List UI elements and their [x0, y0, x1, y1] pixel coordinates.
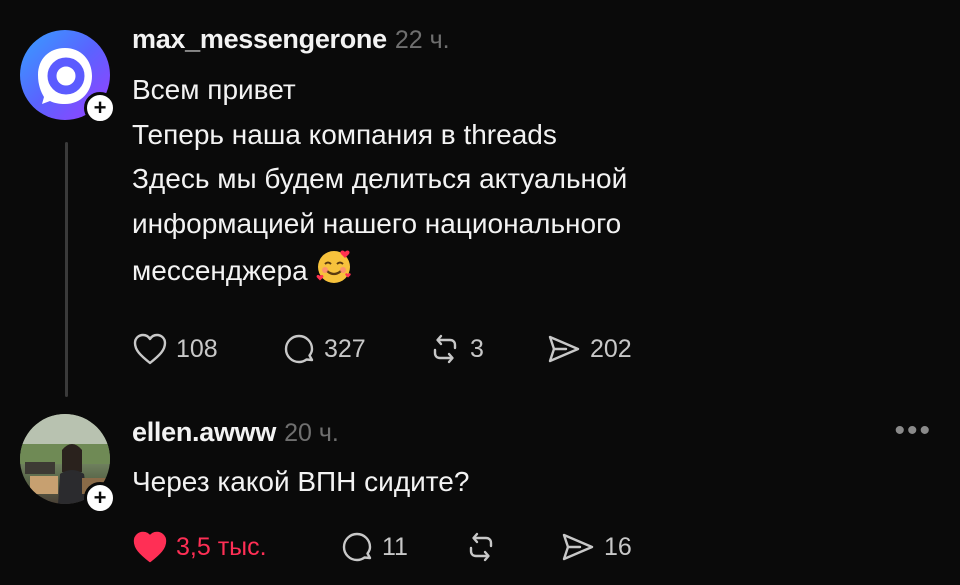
heart-icon: [133, 333, 167, 365]
author-avatar-wrap[interactable]: +: [20, 414, 116, 514]
post-line-last: мессенджера: [132, 246, 627, 300]
post-line: Теперь наша компания в threads: [132, 118, 557, 150]
post-line: информацией нашего национального: [132, 207, 622, 239]
smiling-face-with-hearts-icon: [314, 246, 354, 300]
username[interactable]: max_messengerone: [132, 24, 387, 54]
post-ellen-awww: + ellen.awww 20 ч. ••• Через какой ВПН си…: [0, 400, 960, 585]
post-text: Всем привет Теперь наша компания в threa…: [132, 68, 627, 300]
follow-plus-button[interactable]: +: [84, 482, 116, 514]
repost-button[interactable]: 3: [428, 332, 546, 366]
post-actions: 108 327 3 202: [132, 329, 632, 369]
author-avatar-wrap[interactable]: +: [20, 30, 116, 126]
post-header: ellen.awww 20 ч.: [132, 417, 339, 448]
thread-line: [65, 142, 68, 397]
post-time: 20 ч.: [284, 419, 339, 447]
repost-icon: [433, 334, 457, 364]
comment-icon: [284, 334, 314, 364]
share-button[interactable]: 202: [546, 332, 632, 366]
more-options-button[interactable]: •••: [894, 414, 932, 448]
post-time: 22 ч.: [394, 26, 450, 54]
post-max-messengerone: + max_messengerone 22 ч. Всем привет Тепе…: [0, 0, 960, 400]
share-count: 16: [604, 532, 632, 561]
post-header: max_messengerone 22 ч.: [132, 24, 450, 55]
heart-filled-icon: [133, 531, 167, 563]
reply-count: 327: [324, 334, 366, 363]
post-actions: 3,5 тыс. 11 16: [132, 527, 632, 567]
like-count: 108: [176, 334, 218, 363]
post-line: Здесь мы будем делиться актуальной: [132, 163, 628, 194]
share-button[interactable]: 16: [560, 530, 632, 564]
like-button[interactable]: 108: [132, 332, 282, 366]
share-count: 202: [590, 334, 632, 363]
repost-icon: [469, 532, 493, 562]
follow-plus-button[interactable]: +: [84, 92, 116, 124]
post-line: мессенджера: [132, 255, 308, 286]
like-button[interactable]: 3,5 тыс.: [132, 530, 340, 564]
reply-button[interactable]: 11: [340, 530, 464, 564]
send-icon: [562, 533, 594, 561]
post-line: Всем привет: [132, 74, 296, 105]
reply-button[interactable]: 327: [282, 332, 428, 366]
repost-count: 3: [470, 334, 484, 363]
comment-icon: [342, 532, 372, 562]
post-line: Через какой ВПН сидите?: [132, 466, 470, 497]
reply-count: 11: [382, 532, 408, 561]
repost-button[interactable]: [464, 530, 560, 564]
post-text: Через какой ВПН сидите?: [132, 460, 469, 505]
send-icon: [548, 335, 580, 363]
like-count: 3,5 тыс.: [176, 532, 267, 561]
username[interactable]: ellen.awww: [132, 417, 276, 447]
